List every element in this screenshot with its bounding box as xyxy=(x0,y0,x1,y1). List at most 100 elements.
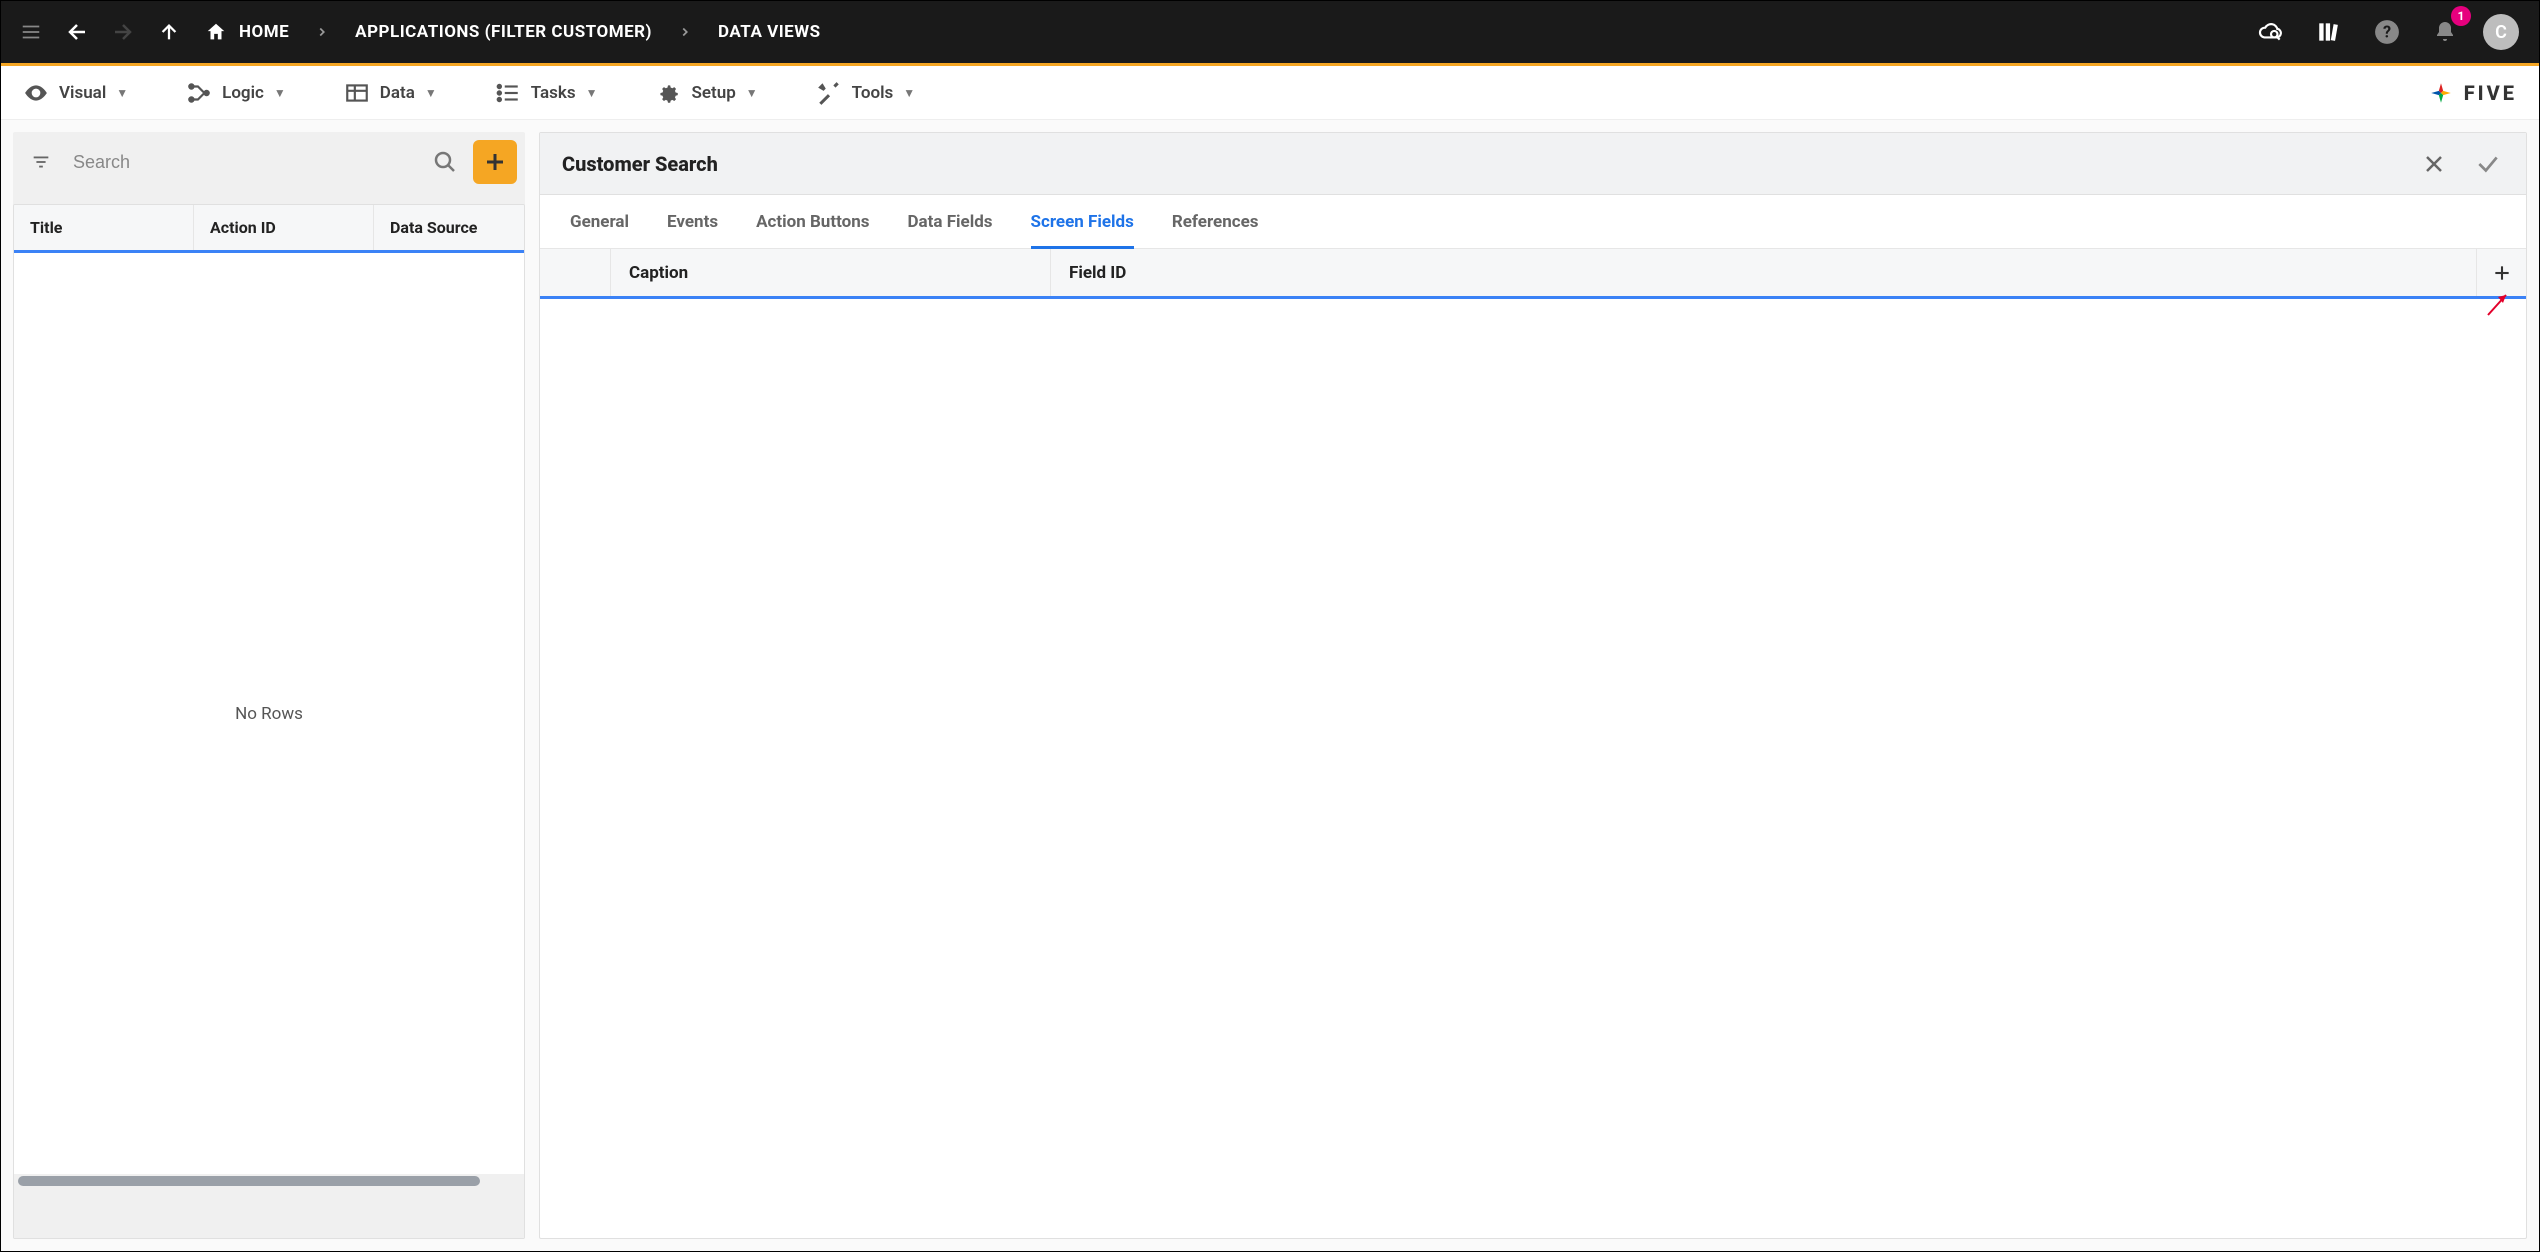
hamburger-menu-button[interactable] xyxy=(11,12,51,52)
avatar-initial: C xyxy=(2495,22,2507,43)
gear-icon xyxy=(655,80,681,106)
add-field-button[interactable] xyxy=(2476,249,2526,296)
search-row xyxy=(13,132,525,192)
hamburger-icon xyxy=(20,21,42,43)
arrow-left-icon xyxy=(65,20,89,44)
svg-text:?: ? xyxy=(2383,22,2391,41)
right-table-body xyxy=(540,299,2526,1238)
column-field-id[interactable]: Field ID xyxy=(1050,249,2476,296)
caret-down-icon: ▼ xyxy=(274,86,286,100)
top-bar-right: ? 1 C xyxy=(2251,12,2529,52)
left-table-footer xyxy=(14,1188,524,1238)
tab-action-buttons[interactable]: Action Buttons xyxy=(756,195,869,248)
caret-down-icon: ▼ xyxy=(116,86,128,100)
brand-text: FIVE xyxy=(2464,81,2517,105)
tab-general[interactable]: General xyxy=(570,195,629,248)
close-button[interactable] xyxy=(2418,148,2450,180)
page-title: Customer Search xyxy=(562,152,718,176)
arrow-right-icon xyxy=(111,20,135,44)
close-icon xyxy=(2422,152,2446,176)
horizontal-scrollbar[interactable] xyxy=(14,1174,524,1188)
right-panel: Customer Search General Events Action Bu… xyxy=(539,132,2527,1239)
filter-button[interactable] xyxy=(21,142,61,182)
tab-screen-fields[interactable]: Screen Fields xyxy=(1031,195,1134,248)
nav-up-button[interactable] xyxy=(149,12,189,52)
menu-setup[interactable]: Setup ▼ xyxy=(655,80,757,106)
help-button[interactable]: ? xyxy=(2367,12,2407,52)
right-table-header: Caption Field ID xyxy=(540,249,2526,299)
body-layout: Title Action ID Data Source No Rows Cust… xyxy=(1,120,2539,1251)
tab-bar: General Events Action Buttons Data Field… xyxy=(540,195,2526,249)
search-icon xyxy=(433,150,457,174)
breadcrumb-data-views[interactable]: DATA VIEWS xyxy=(708,22,831,42)
five-logo-icon xyxy=(2428,80,2454,106)
brand-logo: FIVE xyxy=(2428,80,2517,106)
tools-icon xyxy=(816,80,842,106)
search-button[interactable] xyxy=(425,142,465,182)
tab-data-fields[interactable]: Data Fields xyxy=(907,195,992,248)
plus-icon xyxy=(2492,263,2512,283)
chevron-right-icon xyxy=(305,25,339,39)
empty-rows-label: No Rows xyxy=(235,704,303,724)
column-title[interactable]: Title xyxy=(14,205,194,250)
right-panel-header: Customer Search xyxy=(540,133,2526,195)
menu-visual[interactable]: Visual ▼ xyxy=(23,80,128,106)
breadcrumb-label: HOME xyxy=(239,22,289,42)
eye-icon xyxy=(23,80,49,106)
column-caption[interactable]: Caption xyxy=(610,249,1050,296)
check-icon xyxy=(2475,151,2501,177)
breadcrumb-label: APPLICATIONS (FILTER CUSTOMER) xyxy=(355,22,652,42)
help-icon: ? xyxy=(2374,19,2400,45)
books-icon xyxy=(2316,19,2342,45)
menu-logic[interactable]: Logic ▼ xyxy=(186,80,286,106)
menu-data[interactable]: Data ▼ xyxy=(344,80,437,106)
filter-icon xyxy=(30,151,52,173)
menu-label: Tasks xyxy=(531,83,576,103)
search-input[interactable] xyxy=(69,146,417,179)
breadcrumb-applications[interactable]: APPLICATIONS (FILTER CUSTOMER) xyxy=(345,22,662,42)
arrow-up-icon xyxy=(158,21,180,43)
top-bar-left: HOME APPLICATIONS (FILTER CUSTOMER) DATA… xyxy=(11,12,831,52)
cloud-search-icon xyxy=(2258,19,2284,45)
tab-events[interactable]: Events xyxy=(667,195,718,248)
caret-down-icon: ▼ xyxy=(425,86,437,100)
user-avatar[interactable]: C xyxy=(2483,14,2519,50)
menu-label: Setup xyxy=(691,83,735,103)
menu-tools[interactable]: Tools ▼ xyxy=(816,80,915,106)
logic-icon xyxy=(186,80,212,106)
breadcrumb-label: DATA VIEWS xyxy=(718,22,821,42)
breadcrumb-home[interactable]: HOME xyxy=(195,21,299,43)
column-spacer xyxy=(540,249,610,296)
cloud-search-button[interactable] xyxy=(2251,12,2291,52)
tasks-icon xyxy=(495,80,521,106)
column-data-source[interactable]: Data Source xyxy=(374,205,524,250)
menu-label: Tools xyxy=(852,83,894,103)
plus-icon xyxy=(483,150,507,174)
caret-down-icon: ▼ xyxy=(903,86,915,100)
add-button[interactable] xyxy=(473,140,517,184)
tab-references[interactable]: References xyxy=(1172,195,1259,248)
confirm-button[interactable] xyxy=(2472,148,2504,180)
notification-badge: 1 xyxy=(2451,6,2471,26)
menu-label: Data xyxy=(380,83,415,103)
left-table: Title Action ID Data Source No Rows xyxy=(13,204,525,1239)
chevron-right-icon xyxy=(668,25,702,39)
notifications-button[interactable]: 1 xyxy=(2425,12,2465,52)
nav-forward-button xyxy=(103,12,143,52)
menu-tasks[interactable]: Tasks ▼ xyxy=(495,80,598,106)
column-action-id[interactable]: Action ID xyxy=(194,205,374,250)
top-bar: HOME APPLICATIONS (FILTER CUSTOMER) DATA… xyxy=(1,1,2539,63)
nav-back-button[interactable] xyxy=(57,12,97,52)
home-icon xyxy=(205,21,227,43)
bell-icon xyxy=(2433,20,2457,44)
menu-label: Visual xyxy=(59,83,106,103)
menu-label: Logic xyxy=(222,83,264,103)
left-table-header: Title Action ID Data Source xyxy=(14,205,524,253)
left-panel: Title Action ID Data Source No Rows xyxy=(13,132,525,1239)
header-actions xyxy=(2418,148,2504,180)
table-icon xyxy=(344,80,370,106)
menu-bar: Visual ▼ Logic ▼ Data ▼ Tasks ▼ Setup ▼ … xyxy=(1,66,2539,120)
scrollbar-thumb[interactable] xyxy=(18,1176,480,1186)
docs-button[interactable] xyxy=(2309,12,2349,52)
caret-down-icon: ▼ xyxy=(586,86,598,100)
